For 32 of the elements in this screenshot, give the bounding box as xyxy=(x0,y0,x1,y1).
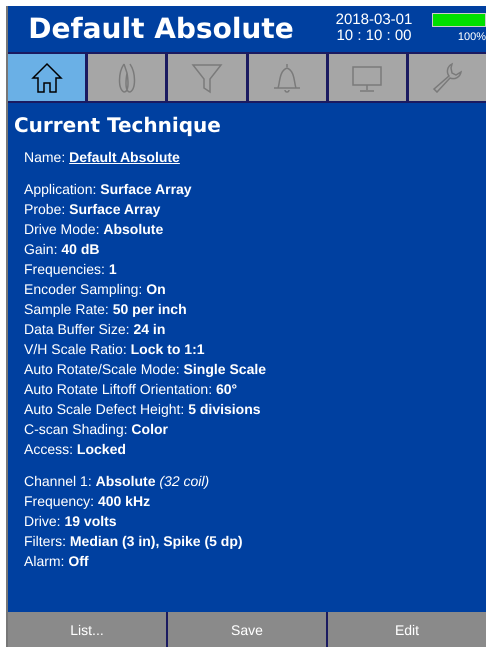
setting-line: Drive Mode: Absolute xyxy=(24,220,164,239)
name-label: Name: xyxy=(24,149,66,165)
setting-line: Data Buffer Size: 24 in xyxy=(24,320,166,339)
time-text: 10 : 10 : 00 xyxy=(336,28,412,44)
setting-line: Frequency: 400 kHz xyxy=(24,492,152,511)
setting-line: C-scan Shading: Color xyxy=(24,420,169,439)
setting-line: Gain: 40 dB xyxy=(24,240,100,259)
home-icon xyxy=(30,60,64,94)
setting-line: Channel 1: Absolute (32 coil) xyxy=(24,472,210,491)
setting-line: Auto Scale Defect Height: 5 divisions xyxy=(24,400,262,419)
setting-line: Access: Locked xyxy=(24,440,127,459)
nav-tab[interactable] xyxy=(8,54,86,101)
setting-line: Frequencies: 1 xyxy=(24,260,118,279)
setting-line: Auto Rotate Liftoff Orientation: 60° xyxy=(24,380,238,399)
setting-line: Auto Rotate/Scale Mode: Single Scale xyxy=(24,360,268,379)
technique-link[interactable]: Default Absolute xyxy=(69,149,180,165)
section-heading: Current Technique xyxy=(14,113,222,137)
date-text: 2018-03-01 xyxy=(336,12,412,28)
setting-line: Application: Surface Array xyxy=(24,180,193,199)
setting-line: Sample Rate: 50 per inch xyxy=(24,300,188,319)
setting-line: Filters: Median (3 in), Spike (5 dp) xyxy=(24,532,244,551)
page-title: Default Absolute xyxy=(27,12,295,44)
setting-line: Drive: 19 volts xyxy=(24,512,118,531)
battery-percent: 100% xyxy=(458,31,486,43)
setting-line: Encoder Sampling: On xyxy=(24,280,167,299)
wrench-icon xyxy=(430,60,464,94)
action-button[interactable]: Edit xyxy=(328,612,486,647)
setting-line: Alarm: Off xyxy=(24,552,90,571)
action-button[interactable]: List... xyxy=(8,612,166,647)
setting-line: Probe: Surface Array xyxy=(24,200,162,219)
setting-line: V/H Scale Ratio: Lock to 1:1 xyxy=(24,340,206,359)
action-button[interactable]: Save xyxy=(168,612,326,647)
